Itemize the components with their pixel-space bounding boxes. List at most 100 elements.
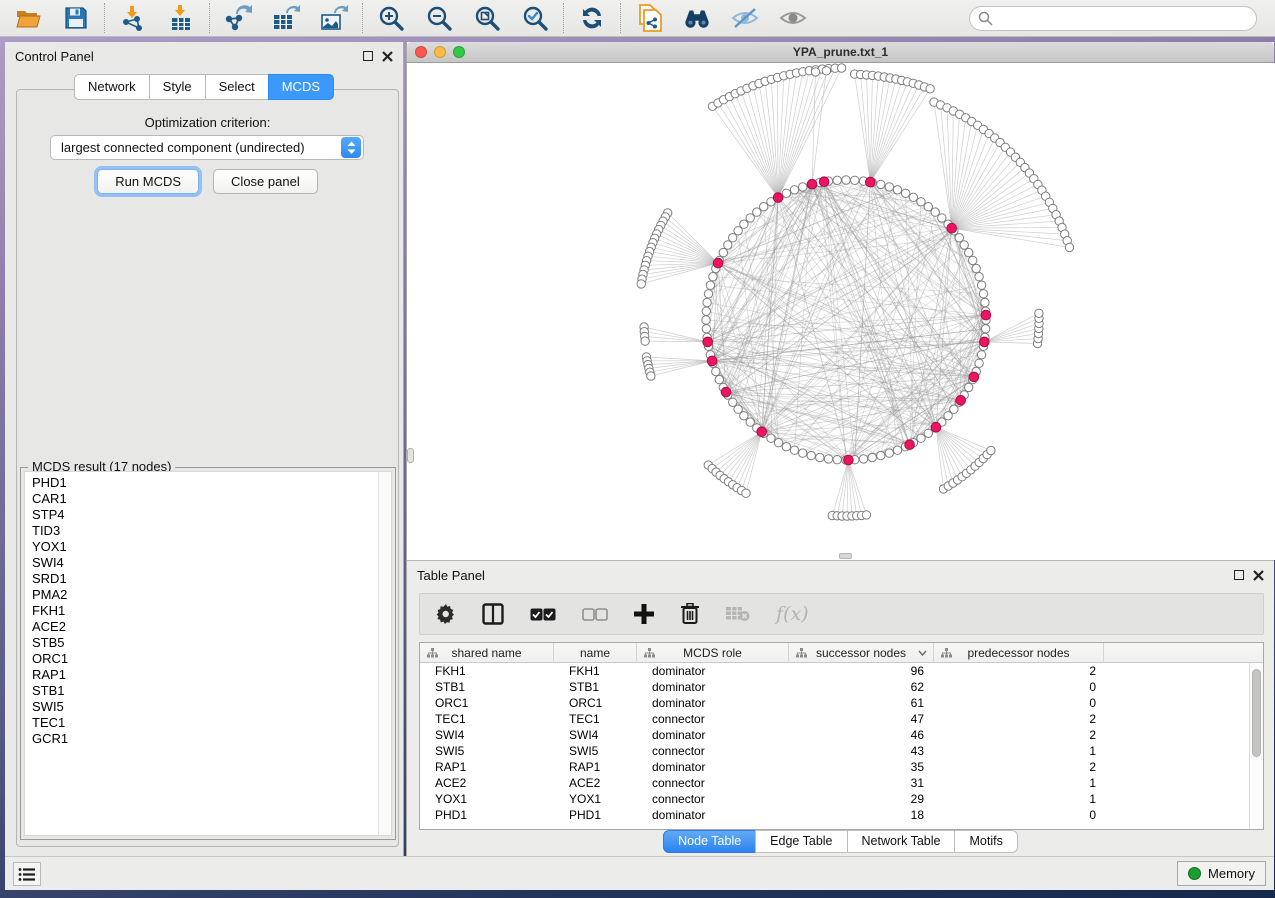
close-panel-button[interactable]: Close panel <box>213 169 318 194</box>
tab-node-table[interactable]: Node Table <box>663 830 756 853</box>
share-document-icon[interactable] <box>635 4 663 32</box>
import-table-icon[interactable] <box>167 4 195 32</box>
float-panel-icon[interactable] <box>1234 570 1244 580</box>
table-row[interactable]: FKH1FKH1dominator962 <box>420 663 1249 679</box>
mcds-result-item[interactable]: CAR1 <box>32 491 391 507</box>
column-header-filler <box>1104 643 1263 663</box>
export-image-icon[interactable] <box>320 4 348 32</box>
tab-style[interactable]: Style <box>149 74 206 100</box>
table-row[interactable]: STB1STB1dominator620 <box>420 679 1249 695</box>
mcds-result-item[interactable]: STB5 <box>32 635 391 651</box>
table-row[interactable]: PHD1PHD1dominator180 <box>420 807 1249 823</box>
tab-network[interactable]: Network <box>74 74 150 100</box>
first-neighbors-icon[interactable] <box>683 4 711 32</box>
close-panel-icon[interactable] <box>382 51 393 62</box>
zoom-in-icon[interactable] <box>377 4 405 32</box>
table-row[interactable]: ORC1ORC1dominator610 <box>420 695 1249 711</box>
mcds-result-item[interactable]: GCR1 <box>32 731 391 747</box>
open-file-icon[interactable] <box>14 4 42 32</box>
table-row[interactable]: YOX1YOX1connector291 <box>420 791 1249 807</box>
network-canvas[interactable] <box>407 63 1275 560</box>
control-panel: Control Panel NetworkStyleSelectMCDS Opt… <box>5 42 404 856</box>
mcds-result-item[interactable]: TEC1 <box>32 715 391 731</box>
tab-select[interactable]: Select <box>205 74 269 100</box>
network-scroll-handle[interactable] <box>407 448 414 463</box>
refresh-icon[interactable] <box>578 4 606 32</box>
add-column-icon[interactable] <box>634 601 654 627</box>
mcds-result-item[interactable]: ORC1 <box>32 651 391 667</box>
table-row[interactable]: ACE2ACE2connector311 <box>420 775 1249 791</box>
float-panel-icon[interactable] <box>363 51 373 61</box>
mcds-result-item[interactable]: ACE2 <box>32 619 391 635</box>
column-header-name[interactable]: name <box>554 643 637 663</box>
column-header-successor-nodes[interactable]: successor nodes <box>789 643 934 663</box>
table-cell: 62 <box>789 679 934 695</box>
split-pane-handle[interactable] <box>839 553 852 559</box>
table-cell: 47 <box>789 711 934 727</box>
main-toolbar <box>0 0 1275 37</box>
network-window-titlebar[interactable]: YPA_prune.txt_1 <box>407 42 1274 63</box>
export-network-icon[interactable] <box>224 4 252 32</box>
table-vertical-scrollbar[interactable] <box>1249 663 1263 829</box>
run-mcds-button[interactable]: Run MCDS <box>97 169 199 194</box>
table-settings-icon[interactable] <box>436 601 456 627</box>
mcds-result-item[interactable]: FKH1 <box>32 603 391 619</box>
criterion-select[interactable]: largest connected component (undirected) <box>50 135 364 160</box>
column-header-shared-name[interactable]: shared name <box>420 643 554 663</box>
table-cell: 35 <box>789 759 934 775</box>
tab-network-table[interactable]: Network Table <box>847 830 956 853</box>
zoom-fit-icon[interactable] <box>473 4 501 32</box>
search-input[interactable] <box>969 6 1257 31</box>
delete-table-icon[interactable] <box>726 601 750 627</box>
close-panel-icon[interactable] <box>1253 570 1264 581</box>
mcds-result-item[interactable]: TID3 <box>32 523 391 539</box>
hide-selected-icon[interactable] <box>731 4 759 32</box>
table-cell: 96 <box>789 663 934 679</box>
mcds-result-item[interactable]: SWI5 <box>32 699 391 715</box>
import-network-icon[interactable] <box>119 4 147 32</box>
tab-edge-table[interactable]: Edge Table <box>755 830 847 853</box>
network-window-title: YPA_prune.txt_1 <box>407 45 1274 59</box>
mcds-result-item[interactable]: STP4 <box>32 507 391 523</box>
table-cell: RAP1 <box>420 759 554 775</box>
control-panel-title: Control Panel <box>15 49 94 64</box>
function-builder-icon[interactable]: f(x) <box>776 603 809 625</box>
table-row[interactable]: SWI4SWI4dominator462 <box>420 727 1249 743</box>
mcds-result-item[interactable]: STB1 <box>32 683 391 699</box>
table-cell: SWI5 <box>554 743 637 759</box>
cytopanel-menu-button[interactable] <box>13 862 41 886</box>
table-header-row: shared namenameMCDS rolesuccessor nodesp… <box>420 643 1263 663</box>
table-cell: SWI4 <box>554 727 637 743</box>
table-row[interactable]: TEC1TEC1connector472 <box>420 711 1249 727</box>
memory-button[interactable]: Memory <box>1177 861 1266 886</box>
export-table-icon[interactable] <box>272 4 300 32</box>
network-graph[interactable] <box>407 63 1275 560</box>
mcds-result-item[interactable]: RAP1 <box>32 667 391 683</box>
deselect-all-icon[interactable] <box>582 601 608 627</box>
mcds-result-item[interactable]: PHD1 <box>32 475 391 491</box>
table-cell: dominator <box>637 807 789 823</box>
mcds-result-item[interactable]: SWI4 <box>32 555 391 571</box>
select-all-icon[interactable] <box>530 601 556 627</box>
mcds-result-list[interactable]: PHD1CAR1STP4TID3YOX1SWI4SRD1PMA2FKH1ACE2… <box>24 471 392 836</box>
scrollbar-thumb[interactable] <box>1252 669 1261 757</box>
mcds-list-scrollbar[interactable] <box>378 472 391 835</box>
column-header-MCDS-role[interactable]: MCDS role <box>637 643 789 663</box>
table-panel-header: Table Panel <box>407 561 1274 589</box>
mcds-result-item[interactable]: YOX1 <box>32 539 391 555</box>
show-all-icon[interactable] <box>779 4 807 32</box>
delete-column-icon[interactable] <box>680 601 700 627</box>
table-cell: dominator <box>637 663 789 679</box>
tab-mcds[interactable]: MCDS <box>268 74 334 100</box>
zoom-out-icon[interactable] <box>425 4 453 32</box>
show-columns-icon[interactable] <box>482 601 504 627</box>
zoom-selected-icon[interactable] <box>521 4 549 32</box>
column-header-predecessor-nodes[interactable]: predecessor nodes <box>934 643 1104 663</box>
tab-motifs[interactable]: Motifs <box>954 830 1017 853</box>
mcds-result-item[interactable]: SRD1 <box>32 571 391 587</box>
table-row[interactable]: RAP1RAP1dominator352 <box>420 759 1249 775</box>
save-icon[interactable] <box>62 4 90 32</box>
mcds-result-item[interactable]: PMA2 <box>32 587 391 603</box>
table-cell: TEC1 <box>420 711 554 727</box>
table-row[interactable]: SWI5SWI5connector431 <box>420 743 1249 759</box>
